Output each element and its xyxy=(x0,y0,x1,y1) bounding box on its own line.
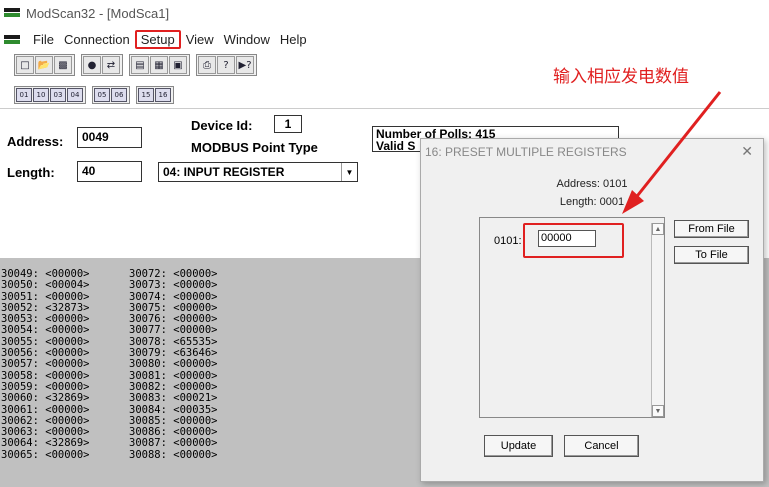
register-scrollbar[interactable]: ▲ ▼ xyxy=(651,223,664,417)
disconnect-icon[interactable]: ⇄ xyxy=(102,56,120,74)
register-row: 30083: <00021> xyxy=(129,392,218,405)
document-window-icon[interactable] xyxy=(4,34,20,44)
register-row: 30060: <32869> xyxy=(1,392,90,405)
display-setup-icon[interactable]: ▤ xyxy=(131,56,149,74)
write-register-icon[interactable]: 06 xyxy=(111,88,127,102)
chevron-down-icon[interactable]: ▼ xyxy=(341,163,357,181)
open-folder-icon[interactable]: 📂 xyxy=(35,56,53,74)
menu-file[interactable]: File xyxy=(28,31,59,48)
register-row: 30088: <00000> xyxy=(129,448,218,461)
register-row: 30050: <00004> xyxy=(1,279,90,292)
highlight-box xyxy=(523,223,624,258)
menu-setup[interactable]: Setup xyxy=(134,29,181,49)
register-column-1: 30049: <00000> 30050: <00004> 30051: <0000… xyxy=(1,268,90,461)
write-multiple-registers-icon[interactable]: 16 xyxy=(155,88,171,102)
device-id-label: Device Id: xyxy=(191,118,253,133)
write-single-icon[interactable]: 05 xyxy=(94,88,110,102)
point-type-label: MODBUS Point Type xyxy=(191,140,318,155)
menu-bar: File Connection Setup View Window Help xyxy=(0,28,769,50)
write-multiple-coils-icon[interactable]: 15 xyxy=(138,88,154,102)
dialog-title: 16: PRESET MULTIPLE REGISTERS xyxy=(425,145,627,159)
register-row: 30057: <00000> xyxy=(1,358,90,371)
register-label: 0101: xyxy=(494,235,522,247)
register-row: 30073: <00000> xyxy=(129,279,218,292)
dialog-address: Address: 0101 xyxy=(556,178,628,190)
print-icon[interactable]: ⎙ xyxy=(198,56,216,74)
register-column-2: 30072: <00000> 30073: <00000> 30074: <0000… xyxy=(129,268,218,461)
toolbar-main: □ 📂 ▩ ● ⇄ ▤ ▦ ▣ ⎙ ? ▶? xyxy=(14,54,263,76)
from-file-button[interactable]: From File xyxy=(674,220,749,238)
length-input[interactable]: 40 xyxy=(77,161,142,182)
toolbar-functions: 01 10 03 04 05 06 15 16 xyxy=(14,86,180,104)
save-disk-icon[interactable]: ▩ xyxy=(54,56,72,74)
context-help-icon[interactable]: ▶? xyxy=(236,56,254,74)
device-id-input[interactable]: 1 xyxy=(274,115,302,133)
register-row: 30080: <00000> xyxy=(129,358,218,371)
scroll-down-icon[interactable]: ▼ xyxy=(652,405,664,417)
menu-connection[interactable]: Connection xyxy=(59,31,135,48)
read-holding-icon[interactable]: 03 xyxy=(50,88,66,102)
connect-icon[interactable]: ● xyxy=(83,56,101,74)
app-icon xyxy=(4,8,20,18)
new-file-icon[interactable]: □ xyxy=(16,56,34,74)
menu-help[interactable]: Help xyxy=(275,31,312,48)
menu-view[interactable]: View xyxy=(181,31,219,48)
traffic-display-icon[interactable]: ▣ xyxy=(169,56,187,74)
cancel-button[interactable]: Cancel xyxy=(564,435,639,457)
scroll-up-icon[interactable]: ▲ xyxy=(652,223,664,235)
to-file-button[interactable]: To File xyxy=(674,246,749,264)
point-type-select[interactable]: 04: INPUT REGISTER ▼ xyxy=(158,162,358,182)
register-row: 30065: <00000> xyxy=(1,448,90,461)
close-icon[interactable]: ✕ xyxy=(741,143,753,160)
read-input-register-icon[interactable]: 04 xyxy=(67,88,83,102)
read-input-status-icon[interactable]: 10 xyxy=(33,88,49,102)
menu-window[interactable]: Window xyxy=(219,31,275,48)
read-coil-icon[interactable]: 01 xyxy=(16,88,32,102)
title-bar: ModScan32 - [ModSca1] xyxy=(0,0,769,26)
length-label: Length: xyxy=(7,165,55,180)
data-definition-icon[interactable]: ▦ xyxy=(150,56,168,74)
annotation-text: 输入相应发电数值 xyxy=(553,67,689,87)
window-title: ModScan32 - [ModSca1] xyxy=(26,5,170,21)
update-button[interactable]: Update xyxy=(484,435,553,457)
address-input[interactable]: 0049 xyxy=(77,127,142,148)
preset-registers-dialog: 16: PRESET MULTIPLE REGISTERS ✕ Address:… xyxy=(420,138,764,482)
point-type-value: 04: INPUT REGISTER xyxy=(163,165,285,179)
dialog-length: Length: 0001 xyxy=(559,196,625,208)
address-label: Address: xyxy=(7,134,64,149)
about-icon[interactable]: ? xyxy=(217,56,235,74)
